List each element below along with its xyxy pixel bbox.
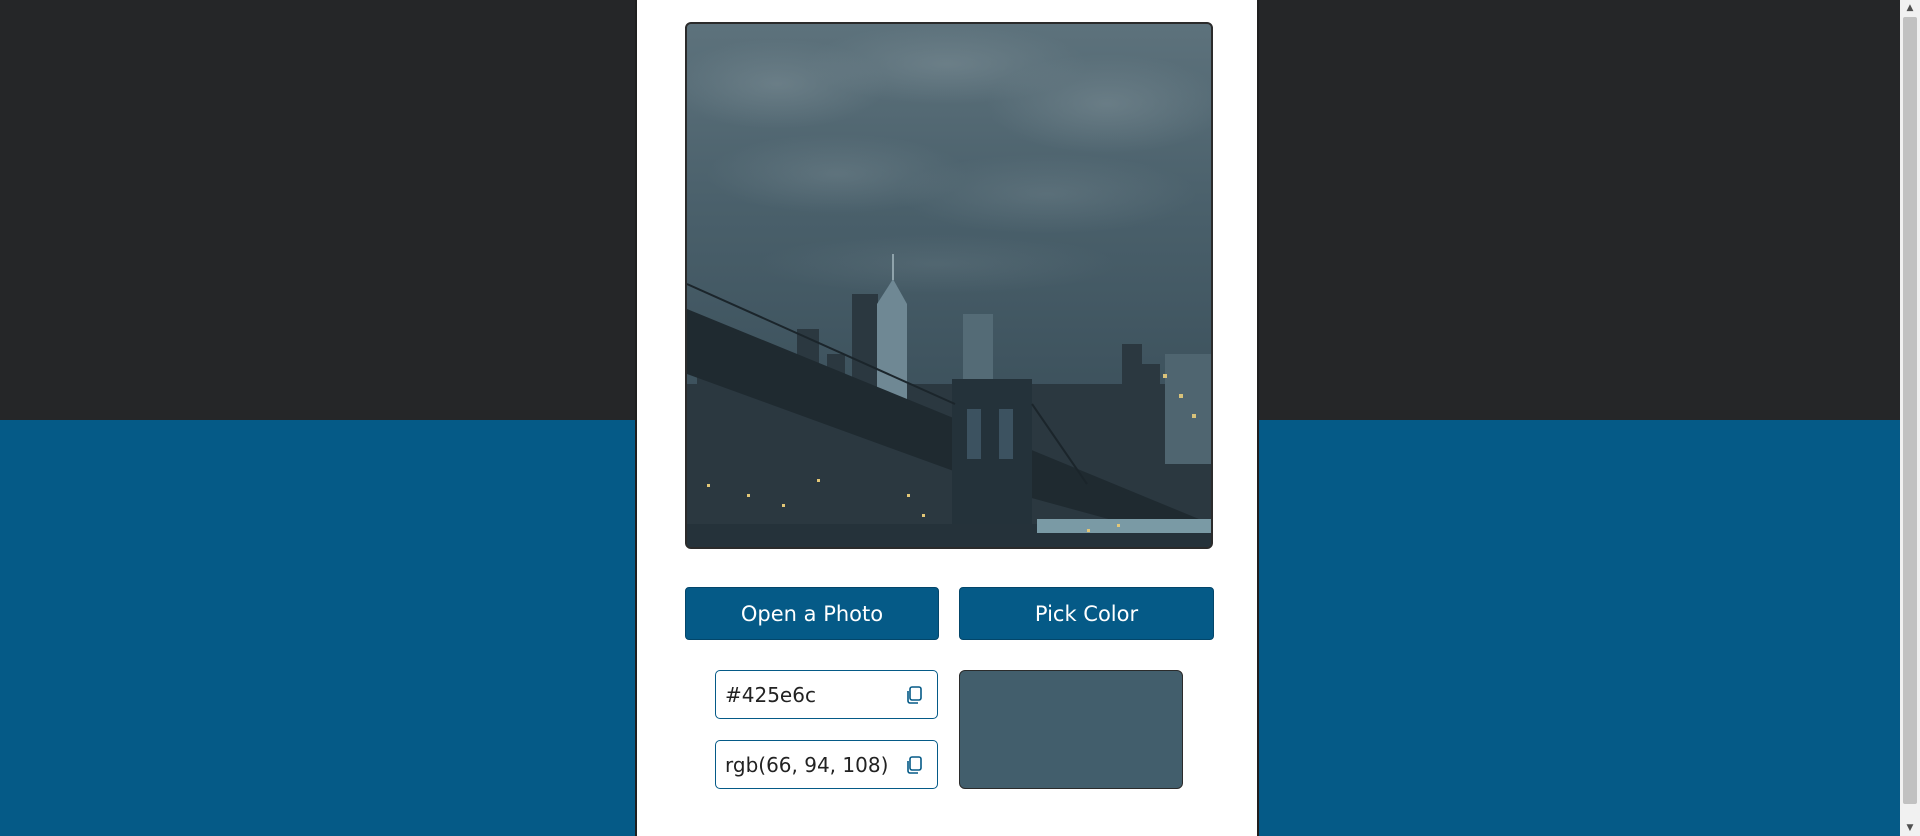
hex-output-field[interactable]: #425e6c xyxy=(715,670,938,719)
scroll-down-arrow-icon[interactable]: ▼ xyxy=(1900,820,1920,836)
hex-value: #425e6c xyxy=(725,682,816,707)
photo-preview[interactable] xyxy=(685,22,1213,549)
scroll-up-arrow-icon[interactable]: ▲ xyxy=(1900,0,1920,16)
vertical-scrollbar[interactable]: ▲ ▼ xyxy=(1900,0,1920,836)
color-swatch xyxy=(959,670,1183,789)
copy-icon[interactable] xyxy=(903,754,925,776)
open-photo-button[interactable]: Open a Photo xyxy=(685,587,939,640)
pick-color-button[interactable]: Pick Color xyxy=(959,587,1214,640)
scrollbar-thumb[interactable] xyxy=(1903,17,1917,804)
color-picker-card: Open a Photo Pick Color #425e6c rgb(66, … xyxy=(635,0,1259,836)
copy-icon[interactable] xyxy=(903,684,925,706)
rgb-value: rgb(66, 94, 108) xyxy=(725,752,889,777)
city-bridge-photo xyxy=(687,24,1211,547)
rgb-output-field[interactable]: rgb(66, 94, 108) xyxy=(715,740,938,789)
